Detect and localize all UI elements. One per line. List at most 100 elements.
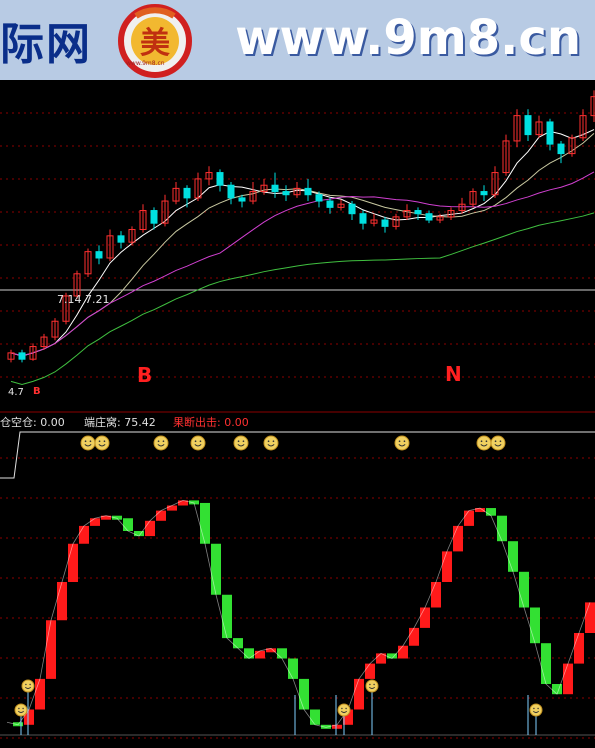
candle-body [238, 197, 246, 202]
candlestick [161, 194, 169, 227]
smiley-icon [365, 679, 379, 693]
candle-body [348, 203, 356, 215]
oscillator-bar [57, 582, 67, 621]
signal-marker-n: N [445, 362, 462, 386]
oscillator-bar [497, 515, 507, 542]
oscillator-bar [244, 648, 254, 659]
smiley-icon [21, 679, 35, 693]
smiley-eye [537, 707, 539, 710]
banner-site-url: www.9m8.cn [235, 10, 581, 66]
smiley-face [476, 435, 492, 451]
candlestick [524, 109, 532, 141]
smiley-face [190, 435, 206, 451]
candlestick [568, 134, 576, 157]
candlestick [51, 318, 59, 341]
oscillator-bar [211, 543, 221, 595]
candlestick [117, 231, 125, 249]
ma20-line [10, 171, 595, 357]
oscillator-bar [453, 525, 463, 552]
candle-body [381, 219, 389, 227]
oscillator-bar [585, 602, 595, 633]
candle-body [524, 115, 532, 136]
smiley-icon [490, 435, 506, 451]
oscillator-bar [541, 643, 551, 684]
smiley-face [153, 435, 169, 451]
oscillator-bar [486, 508, 496, 516]
smiley-eye [22, 707, 24, 710]
indicator-pane[interactable] [0, 410, 595, 748]
oscillator-bar [167, 505, 177, 511]
smiley-eye [199, 440, 202, 443]
smiley-eye [398, 440, 401, 443]
oscillator-bar [354, 678, 364, 710]
candlestick [370, 213, 378, 227]
candlestick [282, 185, 290, 202]
smiley-eye [18, 707, 20, 710]
candle-body [150, 210, 158, 224]
ma10-line [10, 132, 595, 357]
buy-signal-marker: B [137, 363, 153, 387]
smiley-face [14, 703, 28, 717]
ma-value-label: 7.14 7.21 [57, 293, 110, 306]
smiley-eye [267, 440, 270, 443]
smiley-eye [157, 440, 160, 443]
logo-glyph: 美 [140, 26, 170, 61]
candlestick [95, 245, 103, 265]
smiley-icon [233, 435, 249, 451]
oscillator-bar [277, 648, 287, 659]
stock-chart-window: 际网 美 www.9m8.cn www.9m8.cn 7.14 7.21 4.7… [0, 0, 595, 748]
smiley-eye [403, 440, 406, 443]
smiley-icon [337, 703, 351, 717]
oscillator-bar [68, 543, 78, 582]
smiley-eye [494, 440, 497, 443]
smiley-eye [29, 683, 31, 686]
candle-body [271, 184, 279, 193]
oscillator-bar [530, 607, 540, 644]
smiley-face [233, 435, 249, 451]
candlestick [227, 182, 235, 205]
candlestick [337, 199, 345, 211]
candlestick [348, 201, 356, 221]
smiley-face [80, 435, 96, 451]
candle-body [425, 213, 433, 221]
candle-body [414, 210, 422, 215]
smiley-face [394, 435, 410, 451]
candlestick [491, 166, 499, 198]
oscillator-bar [200, 502, 210, 544]
low-price-label: 4.7 [8, 387, 24, 398]
candlestick [271, 172, 279, 198]
candle-body [183, 187, 191, 199]
candle-body [304, 187, 312, 196]
candlestick [469, 188, 477, 208]
smiley-eye [98, 440, 101, 443]
oscillator-bar [442, 551, 452, 582]
price-pane[interactable] [0, 80, 595, 410]
oscillator-bar [255, 650, 265, 659]
smiley-face [337, 703, 351, 717]
candlestick [392, 213, 400, 230]
oscillator-bar [156, 510, 166, 521]
smiley-eye [25, 683, 27, 686]
smiley-face [21, 679, 35, 693]
oscillator-bar [123, 518, 133, 531]
candlestick [579, 109, 587, 141]
smiley-eye [89, 440, 92, 443]
candlestick [359, 210, 367, 230]
smiley-eye [485, 440, 488, 443]
candle-body [18, 352, 26, 360]
candlestick [458, 197, 466, 214]
smiley-eye [272, 440, 275, 443]
oscillator-bar [233, 638, 243, 649]
logo-subtext: www.9m8.cn [126, 60, 165, 67]
oscillator-bar [431, 582, 441, 608]
smiley-face [529, 703, 543, 717]
oscillator-bar [222, 594, 232, 639]
smiley-eye [103, 440, 106, 443]
candlestick [205, 166, 213, 186]
smiley-eye [373, 683, 375, 686]
candle-body [227, 184, 235, 199]
candlestick [172, 182, 180, 205]
smiley-icon [94, 435, 110, 451]
smiley-icon [80, 435, 96, 451]
candle-body [95, 251, 103, 259]
